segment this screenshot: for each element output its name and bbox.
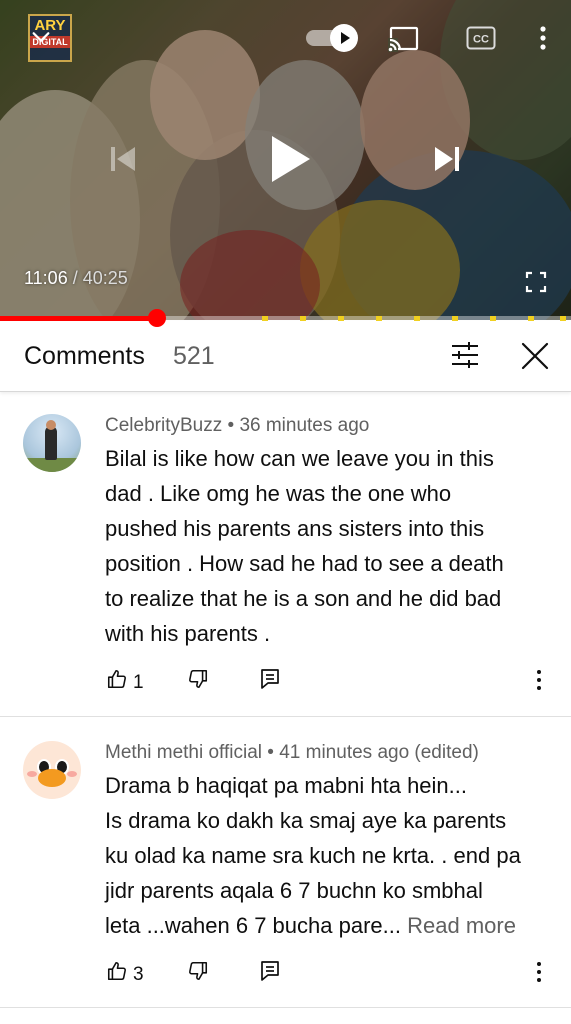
comment-line: Bilal is like how can we leave you in th… [105,446,494,471]
dislike-button[interactable] [187,668,209,695]
comments-title: Comments [24,342,145,370]
video-player[interactable]: ARY DIGITAL CC 11:06 / 40:25 [0,0,571,320]
thumbs-up-icon [107,961,126,981]
video-duration: 40:25 [82,268,128,288]
like-count: 1 [133,672,144,693]
reply-icon [261,961,279,981]
dislike-button[interactable] [187,960,209,987]
reply-button[interactable] [260,668,280,695]
current-time: 11:06 [24,268,68,288]
comment-time: 41 minutes ago (edited) [279,742,479,763]
autoplay-toggle[interactable] [306,24,360,52]
play-icon [341,32,350,44]
sort-filter-icon[interactable] [450,341,480,374]
avatar-figure [45,426,57,460]
comments-header: Comments 521 [0,321,571,392]
avatar[interactable] [23,414,81,472]
avatar-bill [38,769,66,787]
comment-item: CelebrityBuzz • 36 minutes ago Bilal is … [0,392,571,717]
fullscreen-icon[interactable] [524,270,548,299]
time-separator: / [72,268,78,288]
comment-text: Drama b haqiqat pa mabni hta hein... Is … [105,768,550,943]
avatar-cheek [67,771,77,777]
avatar[interactable] [23,741,81,799]
comment-line: pushed his parents ans sisters into this [105,516,485,541]
like-button[interactable] [106,960,128,987]
reply-button[interactable] [260,960,280,987]
comment-line: position . How sad he had to see a death [105,551,504,576]
comment-line: jidr parents aqala 6 7 buchn ko smbhal [105,878,483,903]
comment-actions: 3 [0,960,571,990]
comment-author[interactable]: CelebrityBuzz [105,415,222,436]
close-icon[interactable] [520,341,550,376]
captions-icon[interactable]: CC [466,26,496,55]
avatar-head [46,420,56,430]
comment-time: 36 minutes ago [239,415,370,436]
avatar-cheek [27,771,37,777]
comment-line: Drama b haqiqat pa mabni hta hein... [105,773,468,798]
skip-previous-icon[interactable] [108,144,138,179]
meta-separator: • [267,742,274,763]
play-icon[interactable] [268,134,312,189]
more-vert-icon[interactable] [535,668,543,697]
read-more-link[interactable]: Read more [407,913,516,938]
more-vert-icon[interactable] [535,960,543,989]
thumbs-down-icon [189,669,208,689]
comment-meta: CelebrityBuzz • 36 minutes ago [105,415,369,437]
thumbs-down-icon [189,961,208,981]
autoplay-knob [330,24,358,52]
svg-text:CC: CC [473,34,489,46]
comment-meta: Methi methi official • 41 minutes ago (e… [105,742,479,764]
playback-time: 11:06 / 40:25 [24,268,128,289]
comment-line: with his parents . [105,621,271,646]
comment-line-text: leta ...wahen 6 7 bucha pare... [105,913,401,938]
comment-line: ku olad ka name sra kuch ne krta. . end … [105,843,521,868]
comment-line: Is drama ko dakh ka smaj aye ka parents [105,808,507,833]
reply-icon [261,669,279,689]
thumbs-up-icon [107,669,126,689]
comment-item: Methi methi official • 41 minutes ago (e… [0,717,571,1008]
cast-icon[interactable] [388,26,420,57]
comment-line: to realize that he is a son and he did b… [105,586,502,611]
comments-count: 521 [173,342,215,370]
skip-next-icon[interactable] [432,144,462,179]
comment-line: dad . Like omg he was the one who [105,481,452,506]
comment-text: Bilal is like how can we leave you in th… [105,441,550,651]
comment-line-last: leta ...wahen 6 7 bucha pare... Read mor… [105,908,550,943]
meta-separator: • [227,415,235,436]
comment-actions: 1 [0,668,571,698]
more-vert-icon[interactable] [536,24,550,57]
like-button[interactable] [106,668,128,695]
avatar-ground [23,458,81,472]
comment-author[interactable]: Methi methi official [105,742,262,763]
like-count: 3 [133,964,144,985]
chevron-down-icon[interactable] [30,26,52,53]
